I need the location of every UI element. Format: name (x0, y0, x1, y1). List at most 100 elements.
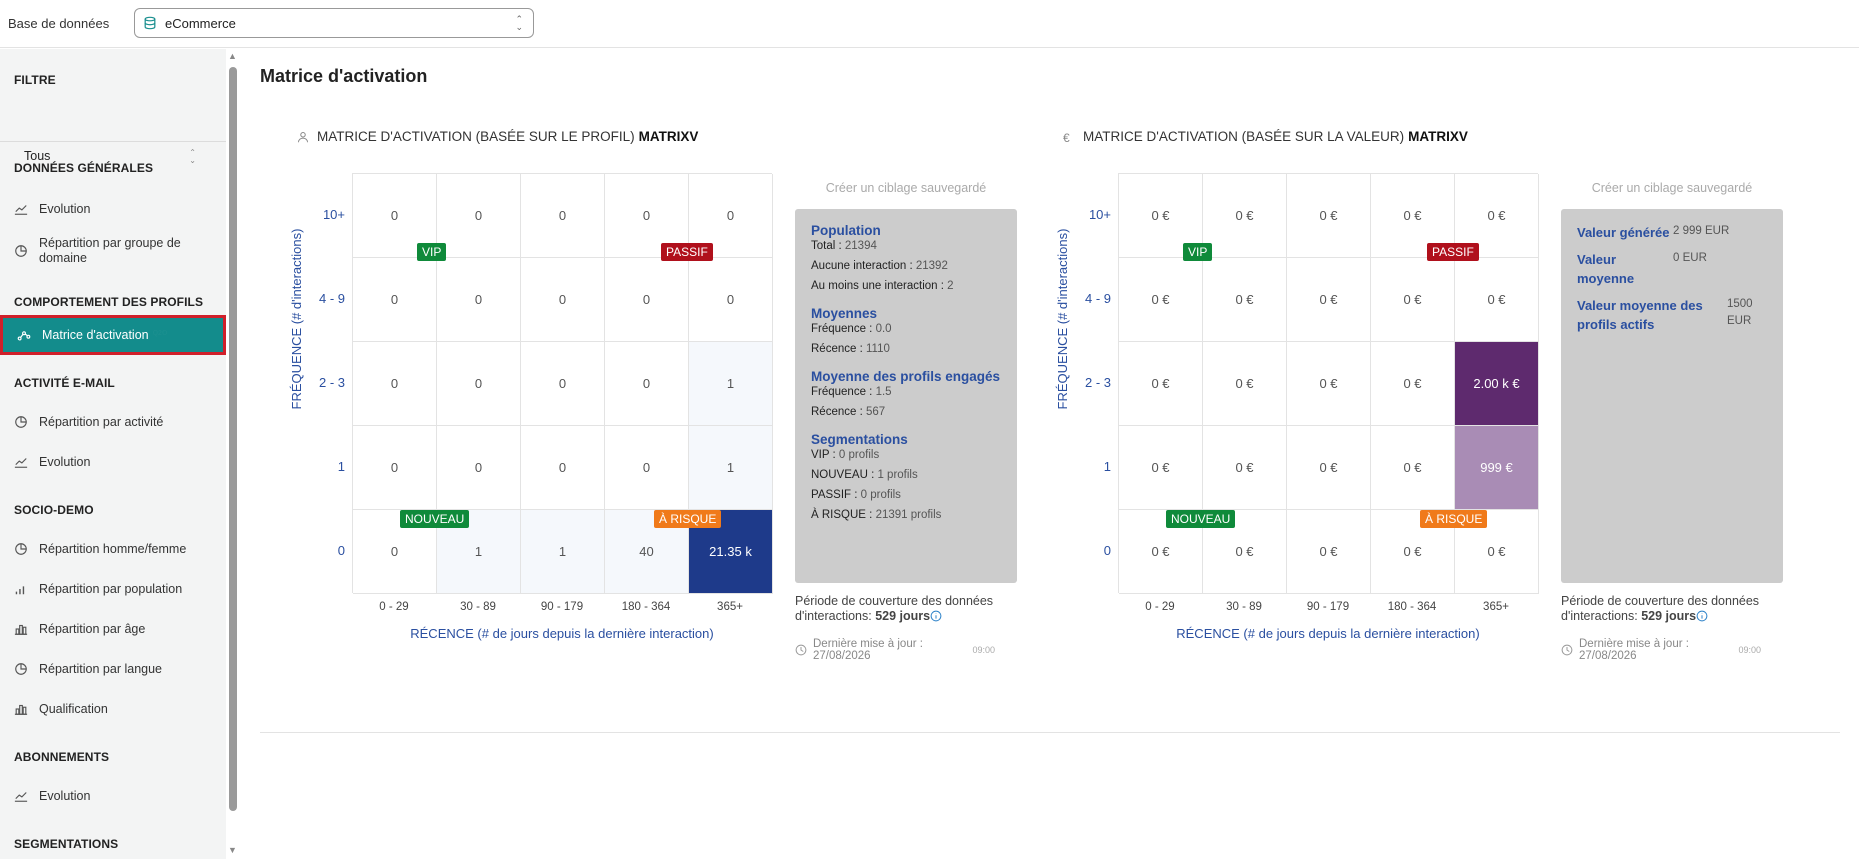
x-axis-label: RÉCENCE (# de jours depuis la dernière i… (410, 626, 714, 641)
quadrant-passif-badge: PASSIF (661, 243, 713, 261)
matrix-cell[interactable]: 0 € (1203, 426, 1287, 510)
matrix-cell[interactable]: 0 € (1119, 258, 1203, 342)
matrix-cell[interactable]: 1 (689, 426, 773, 510)
sidebar-item-domain-group[interactable]: Répartition par groupe de domaine (0, 231, 226, 271)
matrix-cell[interactable]: 0 (605, 426, 689, 510)
info-line: Récence : 1110 (811, 343, 890, 355)
sidebar-item-email-activity[interactable]: Répartition par activité (0, 404, 226, 440)
euro-icon: € (1063, 130, 1070, 145)
matrix-cell[interactable]: 0 (521, 426, 605, 510)
y-tick-label: 0 (1103, 543, 1111, 558)
matrix-cell[interactable]: 0 € (1371, 426, 1455, 510)
matrix-cell[interactable]: 0 € (1287, 342, 1371, 426)
info-icon[interactable] (930, 610, 942, 622)
sidebar-item-label: Répartition par âge (39, 622, 146, 636)
scroll-down-icon[interactable]: ▼ (228, 845, 237, 855)
matrix-cell[interactable]: 0 € (1119, 426, 1203, 510)
x-tick-label: 180 - 364 (621, 601, 671, 613)
user-icon (297, 131, 309, 143)
info-line: PASSIF : 0 profils (811, 489, 901, 501)
sidebar-item-qualification[interactable]: Qualification (0, 691, 226, 727)
x-tick-label: 180 - 364 (1387, 601, 1437, 613)
sidebar-item-email-evolution[interactable]: Evolution (0, 444, 226, 480)
sidebar-section-profiles: COMPORTEMENT DES PROFILS (14, 295, 204, 309)
matrix-cell[interactable]: 0 € (1455, 258, 1539, 342)
profile-matrix-title-text: MATRICE D'ACTIVATION (BASÉE SUR LE PROFI… (317, 129, 635, 144)
clock-icon (795, 644, 807, 656)
sidebar-item-activation-matrix[interactable]: Matrice d'activation Q2O (0, 315, 226, 355)
matrix-cell[interactable]: 0 (521, 174, 605, 258)
database-select[interactable]: eCommerce ⌃ ⌄ (134, 8, 534, 38)
y-tick-label: 2 - 3 (1084, 375, 1111, 390)
info-icon[interactable] (1696, 610, 1708, 622)
info-engaged-title: Moyenne des profils engagés (811, 369, 1001, 384)
matrix-cell[interactable]: 1 (521, 510, 605, 594)
value-matrix-title: € MATRICE D'ACTIVATION (BASÉE SUR LA VAL… (1063, 129, 1468, 145)
create-saved-targeting-button[interactable]: Créer un ciblage sauvegardé (795, 181, 1017, 195)
quadrant-risk-badge: À RISQUE (1420, 510, 1488, 528)
quadrant-passif-badge: PASSIF (1427, 243, 1479, 261)
create-saved-targeting-button[interactable]: Créer un ciblage sauvegardé (1561, 181, 1783, 195)
matrix-cell[interactable]: 0 € (1119, 342, 1203, 426)
sidebar-item-label: Evolution (39, 202, 91, 216)
sidebar-item-population[interactable]: Répartition par population (0, 571, 226, 607)
matrix-cell[interactable]: 0 € (1203, 258, 1287, 342)
value-matrix-panel: € MATRICE D'ACTIVATION (BASÉE SUR LA VAL… (1041, 129, 1783, 662)
scroll-up-icon[interactable]: ▲ (228, 51, 237, 61)
matrix-cell[interactable]: 0 (605, 258, 689, 342)
bar-chart-icon (14, 702, 28, 716)
matrix-cell[interactable]: 2.00 k € (1455, 342, 1539, 426)
matrix-cell[interactable]: 0 € (1203, 342, 1287, 426)
x-tick-label: 365+ (717, 601, 743, 613)
filter-title: FILTRE (14, 73, 56, 87)
quadrant-risk-badge: À RISQUE (654, 510, 722, 528)
matrix-cell[interactable]: 0 (437, 342, 521, 426)
matrix-cell[interactable]: 0 (437, 426, 521, 510)
matrix-cell[interactable]: 0 (689, 258, 773, 342)
sidebar-item-language[interactable]: Répartition par langue (0, 651, 226, 687)
profile-info-box: Population Total : 21394 Aucune interact… (795, 209, 1017, 583)
matrix-cell[interactable]: 0 (521, 342, 605, 426)
last-updated: Dernière mise à jour : 27/08/2026 09:00 (1561, 638, 1761, 662)
scrollbar-thumb[interactable] (229, 67, 237, 811)
y-tick-label: 2 - 3 (318, 375, 345, 390)
info-value-generated: Valeur générée 2 999 EUR (1577, 225, 1730, 240)
matrix-cell[interactable]: 999 € (1455, 426, 1539, 510)
matrix-cell[interactable]: 0 (605, 342, 689, 426)
sidebar-item-general-evolution[interactable]: Evolution (0, 191, 226, 227)
database-icon (143, 16, 157, 30)
matrix-cell[interactable]: 1 (689, 342, 773, 426)
page-title: Matrice d'activation (260, 66, 428, 86)
sidebar-item-abonnements-evolution[interactable]: Evolution (0, 778, 226, 814)
matrix-cell[interactable]: 0 (353, 342, 437, 426)
sidebar-section-segmentations: SEGMENTATIONS (14, 837, 119, 851)
profile-matrix-grid: 0 0 0 0 0 0 0 0 0 0 0 0 0 0 1 0 0 0 0 1 0 1 1 40 21.35 k (352, 173, 773, 594)
pie-chart-icon (14, 415, 28, 429)
matrix-cell[interactable]: 0 € (1287, 174, 1371, 258)
bar-chart-icon (14, 622, 28, 636)
quadrant-vip-badge: VIP (1183, 243, 1213, 261)
sidebar-divider (0, 141, 226, 142)
matrix-cell[interactable]: 0 (437, 258, 521, 342)
sidebar-item-gender[interactable]: Répartition homme/femme (0, 531, 226, 567)
matrix-cell[interactable]: 0 (353, 426, 437, 510)
sidebar-scrollbar[interactable]: ▲ ▼ (226, 49, 240, 859)
x-axis-label: RÉCENCE (# de jours depuis la dernière i… (1176, 626, 1480, 641)
main-content: Matrice d'activation MATRICE D'ACTIVATIO… (240, 49, 1859, 859)
matrix-cell[interactable]: 0 € (1371, 258, 1455, 342)
info-line: Fréquence : 0.0 (811, 323, 892, 335)
matrix-cell[interactable]: 0 € (1203, 174, 1287, 258)
matrix-cell[interactable]: 0 € (1371, 342, 1455, 426)
matrix-cell[interactable]: 0 € (1287, 510, 1371, 594)
matrix-cell[interactable]: 0 (353, 258, 437, 342)
y-axis-label: FRÉQUENCE (# d'interactions) (1055, 228, 1070, 410)
matrix-cell[interactable]: 0 € (1287, 258, 1371, 342)
sidebar-item-label: Evolution (39, 455, 91, 469)
sidebar-item-label: Répartition par activité (39, 415, 164, 429)
matrix-cell[interactable]: 0 € (1287, 426, 1371, 510)
sidebar-item-age[interactable]: Répartition par âge (0, 611, 226, 647)
matrix-cell[interactable]: 0 (521, 258, 605, 342)
sidebar-item-badge: Q2O (152, 329, 168, 337)
matrix-cell[interactable]: 0 (437, 174, 521, 258)
quadrant-new-badge: NOUVEAU (400, 510, 470, 528)
